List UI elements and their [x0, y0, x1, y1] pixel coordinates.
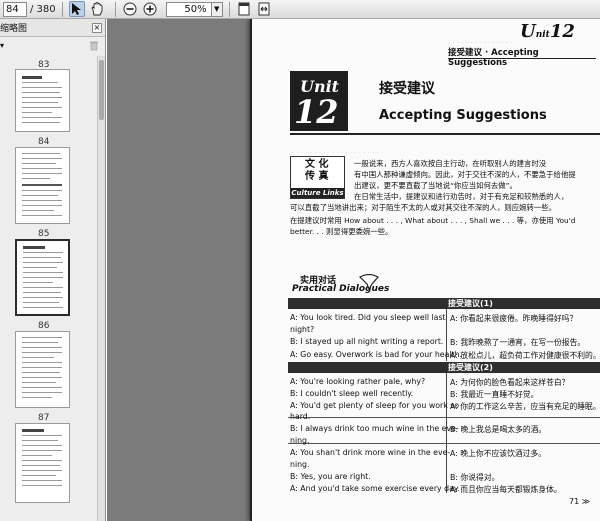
dialogue-1-en-line: A: You look tired. Did you sleep well la…	[290, 313, 446, 322]
unit-title-chinese: 接受建议	[379, 81, 435, 97]
dialogue-2-cn-line: A: 晚上你不应该饮酒过多。	[450, 449, 547, 458]
culture-paragraph-line: 可以直截了当地讲出来；对于陌生不太的人或对其交往不深的人，则应婉转一些。	[290, 203, 557, 212]
page-thumbnail-84[interactable]	[15, 147, 70, 224]
cursor-icon	[71, 3, 81, 15]
dialogue-2-en-line: ning.	[290, 460, 310, 469]
dialogue-2-cn-line: A: 为何你的脸色看起来这样苍白？	[450, 378, 570, 387]
zoom-in-button[interactable]	[142, 1, 158, 17]
unit-title-english: Accepting Suggestions	[379, 108, 547, 123]
toolbar: 84 / 380 50% ▼	[0, 0, 600, 19]
dialogue-2-cn-line: B: 我最近一直睡不好觉。	[450, 390, 539, 399]
dialogue-2-en-line: A: And you'd take some exercise every da…	[290, 484, 460, 493]
dialogue-2-header: 接受建议(2)	[288, 362, 600, 373]
culture-paragraph-line: 有中国人那种谦虚倾向。因此，对于交往不深的人，不要急于给他提	[354, 170, 576, 179]
dialogue-2-en-line: A: You shan't drink more wine in the eve…	[290, 448, 451, 457]
dialogue-2-en-line: A: You'd get plenty of sleep for you wor…	[290, 401, 460, 410]
dialogue-2-en-line: B: Yes, you are right.	[290, 472, 371, 481]
culture-paragraph-line: 出建议，更不要直截了当地说“你应当如何去做”。	[354, 181, 517, 190]
dialogue-2-en-line: A: You're looking rather pale, why?	[290, 377, 426, 386]
thumbnail-sidebar: 缩略图 × ▾ 83 84 85 86 87	[0, 19, 106, 521]
row-divider	[288, 443, 600, 444]
page-total: / 380	[30, 3, 56, 15]
chevron-down-icon: ▼	[213, 5, 220, 13]
unit-number: 12	[294, 93, 339, 131]
dialogue-2-label: 接受建议(2)	[448, 363, 493, 372]
sidebar-tools: ▾	[0, 37, 105, 53]
culture-paragraph-line: better. . . 则显得更委婉一些。	[290, 227, 393, 236]
row-divider	[288, 417, 600, 418]
page-thumbnail-83[interactable]	[15, 69, 70, 132]
header-subtitle: 接受建议 · Accepting Suggestions	[448, 48, 539, 68]
column-divider	[446, 373, 447, 493]
options-dropdown-icon[interactable]: ▾	[0, 41, 4, 50]
unit-banner: Unit 12	[290, 71, 348, 131]
thumbnail-label: 86	[38, 321, 50, 331]
dialogue-1-label: 接受建议(1)	[448, 299, 493, 308]
page-number: 71 ≫	[569, 497, 591, 506]
dialogue-2-en-line: B: I couldn't sleep well recently.	[290, 389, 414, 398]
dialogue-1-cn-line: A: 你看起来很疲倦。昨晚睡得好吗？	[450, 314, 578, 323]
plus-circle-icon	[143, 2, 157, 16]
sidebar-header: 缩略图 ×	[0, 19, 105, 37]
header-unit-badge: Unit12	[520, 21, 575, 42]
dialogue-1-header: 接受建议(1)	[288, 298, 600, 309]
dialogue-1-cn-line: B: 我昨晚熬了一通宵，在写一份报告。	[450, 338, 586, 347]
culture-links-box: 文 化 传 真 Culture Links	[290, 156, 345, 199]
page-thumbnail-86[interactable]	[15, 331, 70, 408]
header-rule	[448, 58, 596, 59]
sidebar-title: 缩略图	[0, 24, 28, 34]
toolbar-divider	[114, 1, 116, 17]
dialogue-2-cn-line: B: 晚上我总是喝太多的酒。	[450, 425, 547, 434]
dialogue-1-en-line: B: I stayed up all night writing a repor…	[290, 337, 444, 346]
dialogue-1-en-line: A: Go easy. Overwork is bad for your hea…	[290, 350, 463, 359]
culture-label-english: Culture Links	[291, 188, 344, 198]
hand-icon	[91, 2, 103, 16]
thumbnail-label: 84	[38, 137, 50, 147]
dialogue-2-cn-line: B: 你说得对。	[450, 473, 500, 482]
title-rule	[290, 133, 600, 135]
thumbnail-label: 87	[38, 413, 50, 423]
dialogue-2-en-line: ning.	[290, 436, 310, 445]
dialogue-1-en-line: night?	[290, 325, 315, 334]
dialogue-2-cn-line: A: 而且你应当每天都锻炼身体。	[450, 485, 562, 494]
speech-bubble-icon	[359, 274, 379, 290]
culture-label-chinese: 文 化 传 真	[305, 159, 329, 182]
dialogue-2-cn-line: A: 你的工作这么辛苦，应当有充足的睡眠。	[450, 402, 600, 411]
toolbar-divider	[61, 1, 63, 17]
hand-tool-button[interactable]	[89, 1, 105, 17]
minus-circle-icon	[123, 2, 137, 16]
page-thumbnail-87[interactable]	[15, 423, 70, 503]
zoom-dropdown-button[interactable]: ▼	[211, 1, 223, 17]
dialogue-2-en-line: B: I always drink too much wine in the e…	[290, 424, 459, 433]
fit-page-icon	[238, 2, 250, 16]
document-viewer[interactable]: · · · · · · · · · · · · · · · · · · · · …	[107, 19, 600, 521]
dialogue-1-cn-line: A: 放松点儿，超负荷工作对健康很不利的。	[450, 351, 600, 360]
thumbnail-list: 83 84 85 86 87	[0, 56, 98, 521]
page-number-input[interactable]: 84	[3, 1, 27, 17]
zoom-out-button[interactable]	[122, 1, 138, 17]
select-tool-button[interactable]	[68, 1, 85, 17]
fit-width-button[interactable]	[256, 1, 272, 17]
sidebar-scrollbar-thumb[interactable]	[99, 60, 104, 120]
fit-width-icon	[258, 2, 270, 16]
sidebar-scrollbar[interactable]	[97, 56, 105, 521]
page-thumbnail-85[interactable]	[15, 239, 70, 316]
culture-paragraph-line: 在提建议时常用 How about . . . , What about . .…	[290, 216, 576, 225]
document-page: · · · · · · · · · · · · · · · · · · · · …	[250, 19, 600, 521]
zoom-level-input[interactable]: 50%	[165, 1, 212, 17]
close-sidebar-button[interactable]: ×	[92, 22, 102, 33]
thumbnail-label: 85	[38, 229, 50, 239]
culture-paragraph-line: 一般说来，西方人喜欢按自主行动，在听取别人的建言时没	[354, 159, 547, 168]
culture-paragraph-line: 在日常生活中，提建议和进行劝告时，对于有充足和较熟悉的人，	[354, 192, 569, 201]
trash-icon[interactable]	[89, 40, 99, 51]
dialogue-2-en-line: hard.	[290, 412, 311, 421]
fit-page-button[interactable]	[236, 1, 252, 17]
toolbar-divider	[228, 1, 230, 17]
